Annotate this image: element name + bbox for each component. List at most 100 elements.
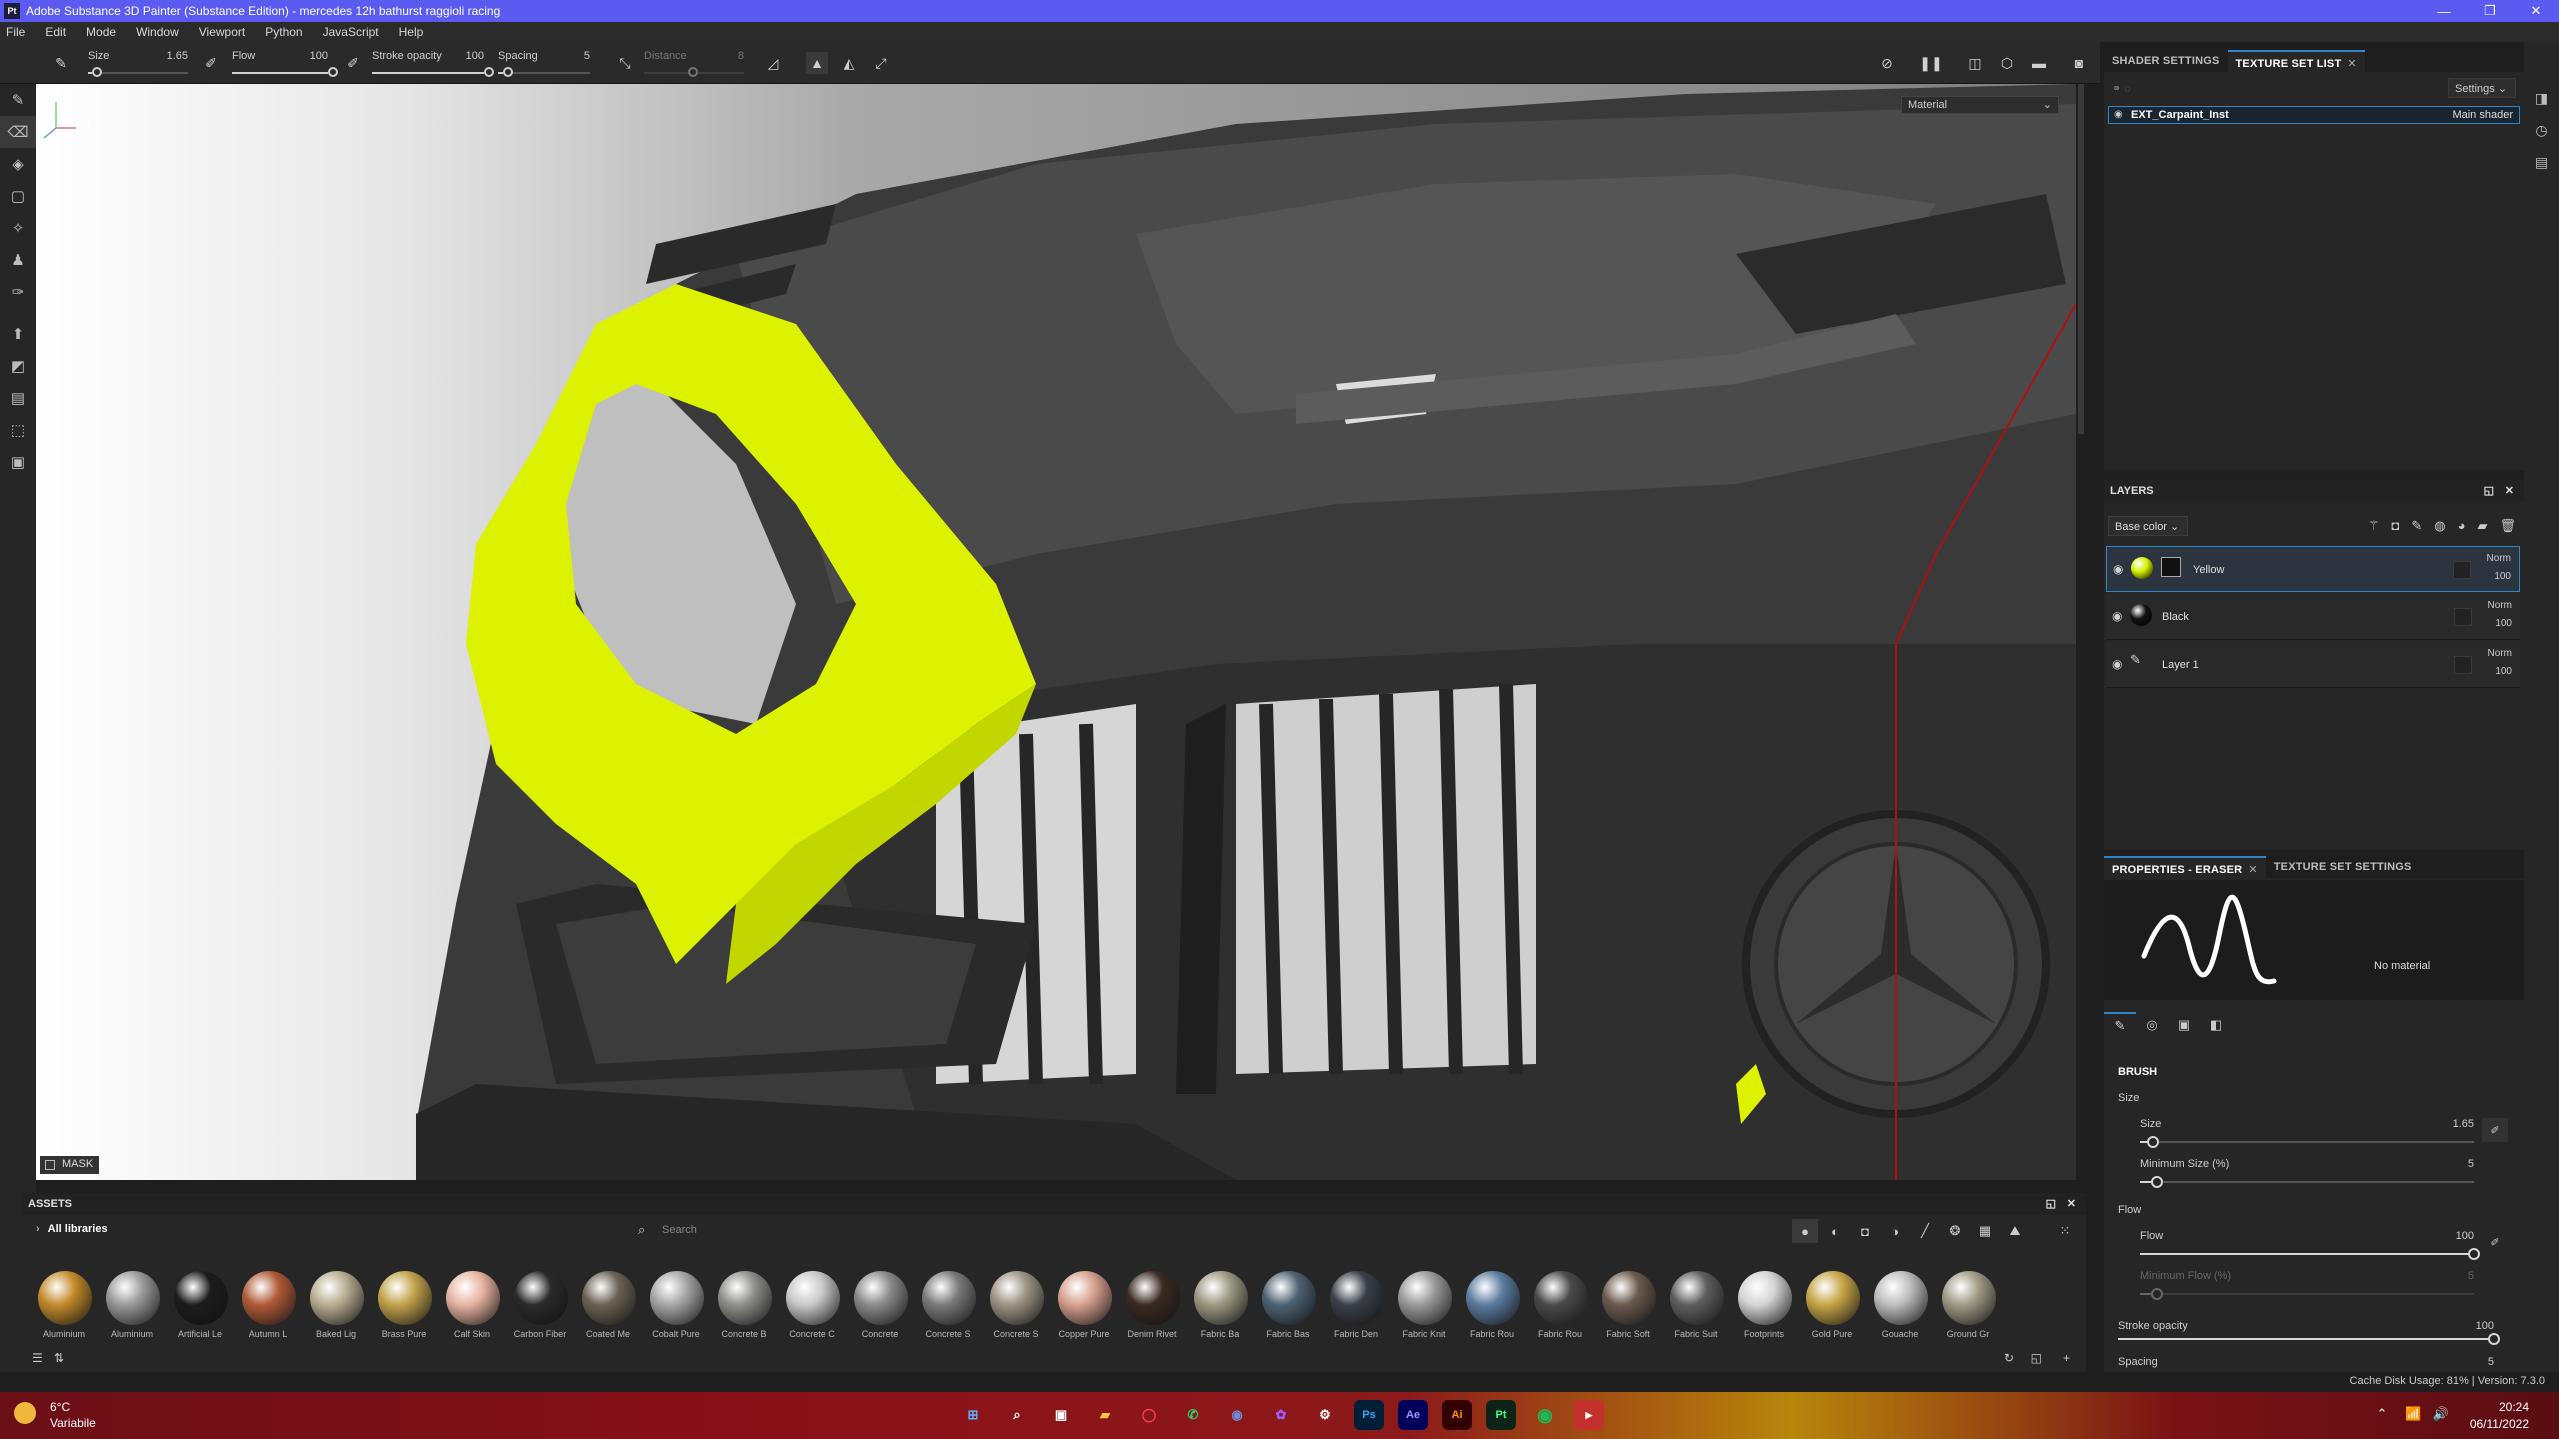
hide-icon[interactable]: ⊘ bbox=[1876, 52, 1898, 74]
search-icon[interactable]: ⌕ bbox=[1002, 1400, 1032, 1430]
widgets-icon[interactable]: ▣ bbox=[1046, 1400, 1076, 1430]
import-icon[interactable]: + bbox=[2063, 1351, 2070, 1365]
tab-shader-settings[interactable]: SHADER SETTINGS bbox=[2104, 50, 2228, 72]
history-icon[interactable]: ◷ bbox=[2524, 114, 2559, 146]
texture-set-shader[interactable]: Main shader bbox=[2452, 109, 2513, 121]
flow-pressure-icon[interactable]: ✐ bbox=[342, 52, 364, 74]
photoshop-icon[interactable]: Ps bbox=[1354, 1400, 1384, 1430]
pen-pressure-icon[interactable]: ✐ bbox=[200, 52, 222, 74]
filter-environments-icon[interactable]: ⛰ bbox=[2002, 1219, 2028, 1243]
material-thumbnail[interactable]: Fabric Ba bbox=[1186, 1269, 1254, 1339]
toolbar-stroke-opacity-slider[interactable]: Stroke opacity 100 bbox=[372, 48, 494, 78]
whatsapp-icon[interactable]: ✆ bbox=[1178, 1400, 1208, 1430]
material-thumbnail[interactable]: Concrete B bbox=[710, 1269, 778, 1339]
texture-set-row[interactable]: ◉ EXT_Carpaint_Inst Main shader bbox=[2108, 106, 2520, 124]
layer-toggle[interactable] bbox=[2454, 608, 2472, 626]
menu-file[interactable]: File bbox=[6, 25, 25, 39]
refresh-icon[interactable]: ↻ bbox=[2004, 1351, 2014, 1365]
min-size-slider[interactable] bbox=[2140, 1176, 2474, 1188]
material-icon[interactable]: ◧ bbox=[2200, 1012, 2232, 1038]
stencil-icon[interactable]: ▣ bbox=[2168, 1012, 2200, 1038]
spacing-value[interactable]: 5 bbox=[2488, 1356, 2494, 1368]
eye-icon[interactable]: ◉ bbox=[2112, 609, 2122, 623]
material-thumbnail[interactable]: Autumn L bbox=[234, 1269, 302, 1339]
filter-materials-icon[interactable]: ● bbox=[1792, 1219, 1818, 1243]
menu-viewport[interactable]: Viewport bbox=[199, 25, 245, 39]
add-folder-icon[interactable]: ▰ bbox=[2477, 518, 2487, 534]
flow-value[interactable]: 100 bbox=[2456, 1230, 2474, 1242]
after-effects-icon[interactable]: Ae bbox=[1398, 1400, 1428, 1430]
clock[interactable]: 20:24 06/11/2022 bbox=[2470, 1399, 2529, 1433]
material-thumbnail[interactable]: Coated Me bbox=[574, 1269, 642, 1339]
material-thumbnail[interactable]: Ground Gr bbox=[1934, 1269, 2002, 1339]
material-thumbnail[interactable]: Concrete S bbox=[982, 1269, 1050, 1339]
library-selector[interactable]: › All libraries bbox=[36, 1223, 108, 1235]
clipboard-icon[interactable]: ▣ bbox=[0, 446, 36, 478]
figma-icon[interactable]: ✿ bbox=[1266, 1400, 1296, 1430]
material-thumbnail[interactable]: Denim Rivet bbox=[1118, 1269, 1186, 1339]
geometry-mask-icon[interactable]: ◩ bbox=[0, 350, 36, 382]
add-fill-layer-icon[interactable]: ◍ bbox=[2434, 518, 2445, 534]
close-icon[interactable]: ✕ bbox=[2505, 484, 2514, 497]
material-thumbnail[interactable]: Carbon Fiber bbox=[506, 1269, 574, 1339]
list-settings-icon[interactable]: ☰ bbox=[32, 1351, 43, 1365]
add-paint-layer-icon[interactable]: ✎ bbox=[2411, 518, 2422, 534]
smudge-tool-icon[interactable]: ✧ bbox=[0, 212, 36, 244]
menu-javascript[interactable]: JavaScript bbox=[323, 25, 379, 39]
menu-help[interactable]: Help bbox=[399, 25, 424, 39]
layer-toggle[interactable] bbox=[2454, 656, 2472, 674]
toolbar-spacing-slider[interactable]: Spacing 5 bbox=[498, 48, 590, 78]
material-thumbnail[interactable]: Brass Pure bbox=[370, 1269, 438, 1339]
material-thumbnail[interactable]: Gouache bbox=[1866, 1269, 1934, 1339]
size-value[interactable]: 1.65 bbox=[2453, 1118, 2474, 1130]
material-thumbnail[interactable]: Calf Skin bbox=[438, 1269, 506, 1339]
filter-smart-materials-icon[interactable]: ◐ bbox=[1822, 1219, 1848, 1243]
illustrator-icon[interactable]: Ai bbox=[1442, 1400, 1472, 1430]
material-thumbnail[interactable]: Fabric Bas bbox=[1254, 1269, 1322, 1339]
material-thumbnail[interactable]: Fabric Rou bbox=[1458, 1269, 1526, 1339]
file-explorer-icon[interactable]: ▰ bbox=[1090, 1400, 1120, 1430]
brush-icon[interactable]: ✎ bbox=[2104, 1012, 2136, 1038]
link-icon[interactable]: ⚭ ◌ bbox=[2112, 82, 2131, 95]
add-smart-material-icon[interactable]: ◕ bbox=[2458, 518, 2466, 534]
cube-view-icon[interactable]: ⬡ bbox=[1996, 52, 2018, 74]
backface-icon[interactable]: ◿ bbox=[762, 52, 784, 74]
channel-dropdown[interactable]: Base color ⌄ bbox=[2108, 516, 2188, 536]
blend-mode-dropdown[interactable]: Norm bbox=[2488, 600, 2512, 611]
system-tray[interactable]: ⌃ 📶 🔊 bbox=[2376, 1406, 2449, 1422]
texture-set-settings-dropdown[interactable]: Settings ⌄ bbox=[2448, 78, 2516, 98]
min-size-value[interactable]: 5 bbox=[2468, 1158, 2474, 1170]
layer-toggle[interactable] bbox=[2453, 561, 2471, 579]
material-thumbnail[interactable]: Fabric Rou bbox=[1526, 1269, 1594, 1339]
material-thumbnail[interactable]: Fabric Soft bbox=[1594, 1269, 1662, 1339]
material-thumbnail[interactable]: Fabric Den bbox=[1322, 1269, 1390, 1339]
blend-mode-dropdown[interactable]: Norm bbox=[2488, 648, 2512, 659]
mask-toggle[interactable]: MASK bbox=[40, 1156, 100, 1174]
filter-alphas-icon[interactable]: ❂ bbox=[1942, 1219, 1968, 1243]
grid-view-icon[interactable]: ⁙ bbox=[2052, 1219, 2078, 1243]
lazy-mouse-icon[interactable]: ⤡ bbox=[614, 52, 636, 74]
close-icon[interactable]: ✕ bbox=[2513, 0, 2559, 22]
3d-viewport[interactable]: Material ⌄ MASK U bbox=[36, 84, 2076, 1180]
size-pressure-button[interactable]: ✐ bbox=[2482, 1118, 2508, 1142]
minimize-icon[interactable]: — bbox=[2421, 0, 2467, 22]
material-thumbnail[interactable]: Footprints bbox=[1730, 1269, 1798, 1339]
stroke-opacity-slider[interactable] bbox=[2118, 1333, 2500, 1345]
assets-search-input[interactable]: ⌕ Search bbox=[632, 1221, 1112, 1241]
material-thumbnail[interactable]: Gold Pure bbox=[1798, 1269, 1866, 1339]
material-thumbnail[interactable]: Aluminium bbox=[30, 1269, 98, 1339]
projection-tool-icon[interactable]: ◈ bbox=[0, 148, 36, 180]
menu-python[interactable]: Python bbox=[265, 25, 302, 39]
weather-widget[interactable]: 6°C Variabile bbox=[14, 1398, 134, 1434]
layer-opacity[interactable]: 100 bbox=[2494, 571, 2511, 582]
axis-icon[interactable]: ⤢ bbox=[870, 52, 892, 74]
close-icon[interactable]: ✕ bbox=[2347, 58, 2356, 70]
bake-icon[interactable]: ⬆ bbox=[0, 318, 36, 350]
tab-texture-set-list[interactable]: TEXTURE SET LIST ✕ bbox=[2227, 50, 2365, 72]
new-window-icon[interactable]: ◱ bbox=[2031, 1351, 2042, 1365]
symmetry-icon[interactable]: ▲ bbox=[806, 52, 828, 74]
eye-icon[interactable]: ◉ bbox=[2112, 657, 2122, 671]
layer-row-layer-1[interactable]: ◉ ✎ Layer 1 Norm 100 bbox=[2106, 642, 2520, 688]
menu-mode[interactable]: Mode bbox=[86, 25, 116, 39]
tab-properties-eraser[interactable]: PROPERTIES - ERASER ✕ bbox=[2104, 856, 2266, 878]
